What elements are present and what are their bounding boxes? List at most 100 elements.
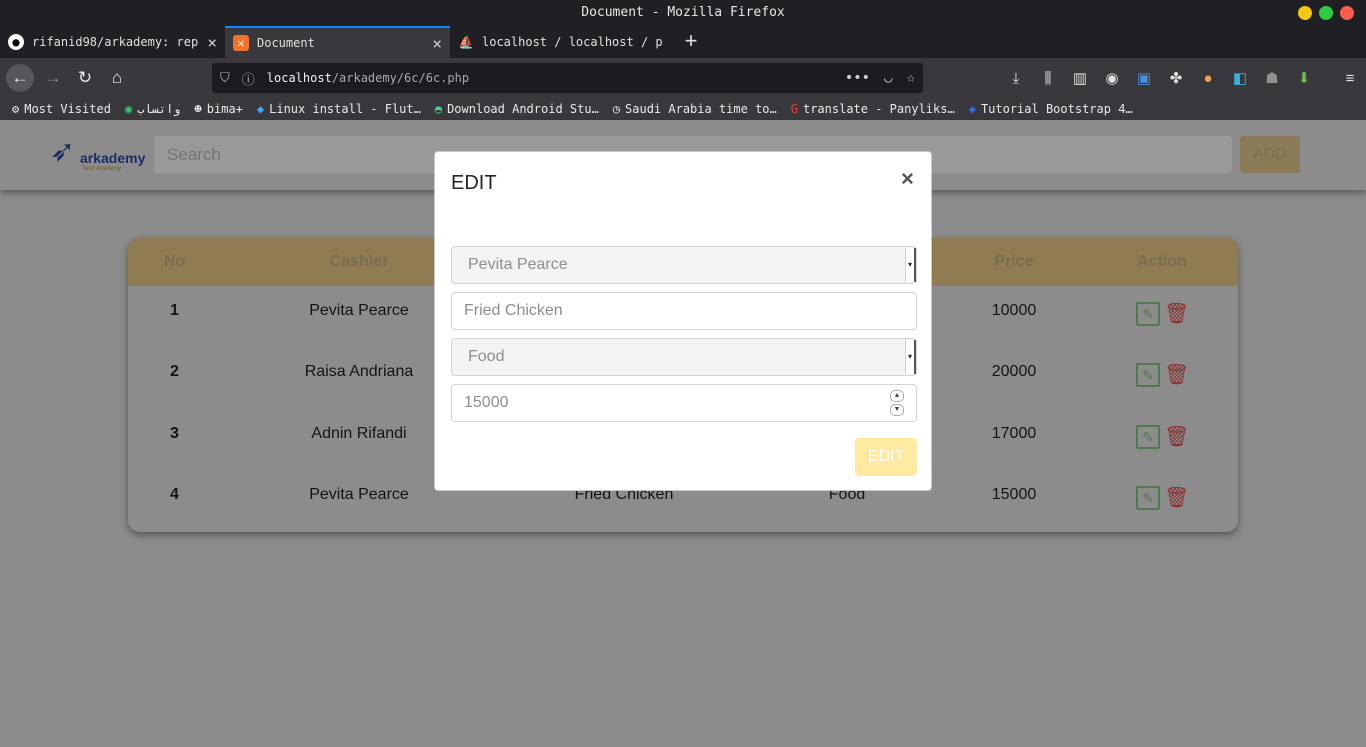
header-action: Action: [1137, 253, 1187, 270]
close-icon[interactable]: ×: [901, 166, 914, 192]
window-title: Document - Mozilla Firefox: [581, 5, 785, 20]
edit-icon[interactable]: ✎: [1136, 302, 1160, 326]
edit-icon[interactable]: ✎: [1136, 363, 1160, 387]
row-actions: ✎ 🗑: [1136, 486, 1189, 510]
bookmark-label: Saudi Arabia time to…: [625, 102, 777, 116]
bookmark-bima[interactable]: ☻ bima+: [195, 102, 243, 116]
close-tab-icon[interactable]: ×: [432, 34, 442, 53]
tab-document[interactable]: ✕ Document ×: [225, 26, 450, 58]
cell-cashier: Adnin Rifandi: [311, 425, 407, 442]
downloads-icon[interactable]: ⤓: [1006, 70, 1026, 87]
whatsapp-icon: ◉: [124, 102, 133, 116]
tracking-protection-icon[interactable]: ⛉: [220, 71, 230, 86]
trash-icon[interactable]: 🗑: [1164, 425, 1189, 449]
cashier-select-value: Pevita Pearce: [468, 256, 568, 273]
bootstrap-icon: ◈: [968, 102, 976, 116]
bookmark-translate[interactable]: Gtranslate - Panyliks…: [791, 102, 955, 116]
edit-icon[interactable]: ✎: [1136, 486, 1160, 510]
cell-cashier: Pevita Pearce: [309, 302, 409, 319]
bookmark-label: Download Android Stu…: [447, 102, 599, 116]
product-input[interactable]: Fried Chicken: [451, 292, 917, 330]
bookmark-label: Most Visited: [24, 102, 111, 116]
phpmyadmin-icon: ⛵: [458, 35, 474, 49]
android-icon: ◓: [434, 102, 443, 116]
window-controls: [1298, 6, 1354, 20]
extension-icon[interactable]: ☗: [1262, 69, 1282, 87]
minimize-button[interactable]: [1298, 6, 1312, 20]
tab-github[interactable]: ● rifanid98/arkademy: repos ×: [0, 26, 225, 58]
cell-no: 3: [170, 425, 179, 442]
arkademy-logo: ➶ arkademy Tech Academy: [50, 134, 145, 176]
extension-icon[interactable]: ✤: [1166, 69, 1186, 87]
row-actions: ✎ 🗑: [1136, 363, 1189, 387]
edit-submit-button[interactable]: EDIT: [855, 438, 917, 476]
number-spinner[interactable]: ▲ ▼: [890, 390, 904, 416]
trash-icon[interactable]: 🗑: [1164, 363, 1189, 387]
page-actions-icon[interactable]: •••: [845, 70, 870, 86]
bookmark-star-icon[interactable]: ☆: [907, 70, 915, 86]
header-no: No: [163, 253, 186, 270]
url-path: /arkademy/6c/6c.php: [331, 71, 470, 85]
back-button[interactable]: ←: [6, 64, 34, 92]
toolbar-icons: ⤓ ⫼ ▥ ◉ ▣ ✤ ● ◧ ☗ ⬇ ≡: [1006, 58, 1360, 98]
cashier-select[interactable]: Pevita Pearce ▾: [451, 246, 917, 284]
cell-price: 17000: [991, 425, 1037, 442]
cell-cashier: Raisa Andriana: [304, 363, 414, 380]
bookmark-whatsapp[interactable]: ◉ واتساب: [125, 102, 181, 116]
sidebar-icon[interactable]: ▥: [1070, 69, 1090, 87]
add-button[interactable]: ADD: [1240, 136, 1300, 173]
category-select-value: Food: [468, 348, 505, 365]
spin-up-icon[interactable]: ▲: [890, 390, 904, 402]
extension-download-icon[interactable]: ⬇: [1294, 69, 1314, 87]
bookmark-flutter[interactable]: ◆ Linux install - Flut…: [257, 102, 421, 116]
modal-title: EDIT: [451, 172, 497, 194]
row-actions: ✎ 🗑: [1136, 302, 1189, 326]
pocket-icon[interactable]: ◡: [884, 70, 892, 86]
cell-cashier: Pevita Pearce: [309, 486, 409, 503]
library-icon[interactable]: ⫼: [1038, 70, 1058, 87]
tab-bar: ● rifanid98/arkademy: repos × ✕ Document…: [0, 26, 1366, 58]
price-input[interactable]: 15000 ▲ ▼: [451, 384, 917, 422]
bookmark-label: Linux install - Flut…: [269, 102, 421, 116]
tab-phpmyadmin[interactable]: ⛵ localhost / localhost / p: [450, 26, 675, 58]
close-tab-icon[interactable]: ×: [207, 33, 217, 52]
clock-icon: ◷: [612, 102, 621, 116]
logo-tagline: Tech Academy: [82, 166, 122, 172]
category-select[interactable]: Food ▾: [451, 338, 917, 376]
bookmark-label: Tutorial Bootstrap 4…: [980, 102, 1133, 116]
cell-price: 10000: [991, 302, 1037, 319]
price-input-value: 15000: [464, 394, 509, 411]
trash-icon[interactable]: 🗑: [1164, 302, 1189, 326]
new-tab-button[interactable]: +: [680, 26, 702, 58]
chevron-down-icon: ▾: [905, 340, 916, 374]
bookmark-android[interactable]: ◓ Download Android Stu…: [435, 102, 599, 116]
bookmark-most-visited[interactable]: ⚙ Most Visited: [12, 102, 111, 116]
menu-icon[interactable]: ≡: [1340, 70, 1360, 87]
forward-button[interactable]: →: [39, 64, 67, 92]
address-bar[interactable]: ⛉ ⓘ localhost/arkademy/6c/6c.php ••• ◡ ☆: [212, 63, 923, 93]
gear-icon: ⚙: [12, 102, 20, 116]
extension-icon[interactable]: ●: [1198, 70, 1218, 87]
maximize-button[interactable]: [1319, 6, 1333, 20]
extension-icon[interactable]: ◧: [1230, 69, 1250, 87]
bima-icon: ☻: [194, 102, 202, 116]
cell-no: 2: [170, 363, 179, 380]
edit-modal: EDIT × Pevita Pearce ▾ Fried Chicken Foo…: [434, 151, 932, 491]
edit-icon[interactable]: ✎: [1136, 425, 1160, 449]
spin-down-icon[interactable]: ▼: [890, 404, 904, 416]
account-icon[interactable]: ◉: [1102, 69, 1122, 87]
cell-price: 20000: [991, 363, 1037, 380]
tab-label: localhost / localhost / p: [482, 35, 663, 49]
trash-icon[interactable]: 🗑: [1164, 486, 1189, 510]
close-window-button[interactable]: [1340, 6, 1354, 20]
bookmark-label: translate - Panyliks…: [802, 102, 955, 116]
reload-button[interactable]: ↻: [71, 64, 99, 92]
tab-label: Document: [257, 36, 315, 50]
site-info-icon[interactable]: ⓘ: [242, 69, 255, 88]
extension-icon[interactable]: ▣: [1134, 69, 1154, 87]
row-actions: ✎ 🗑: [1136, 425, 1189, 449]
logo-name: arkademy: [80, 150, 146, 166]
home-button[interactable]: ⌂: [103, 64, 131, 92]
bookmark-bootstrap[interactable]: ◈ Tutorial Bootstrap 4…: [969, 102, 1133, 116]
bookmark-saudi-time[interactable]: ◷ Saudi Arabia time to…: [613, 102, 777, 116]
